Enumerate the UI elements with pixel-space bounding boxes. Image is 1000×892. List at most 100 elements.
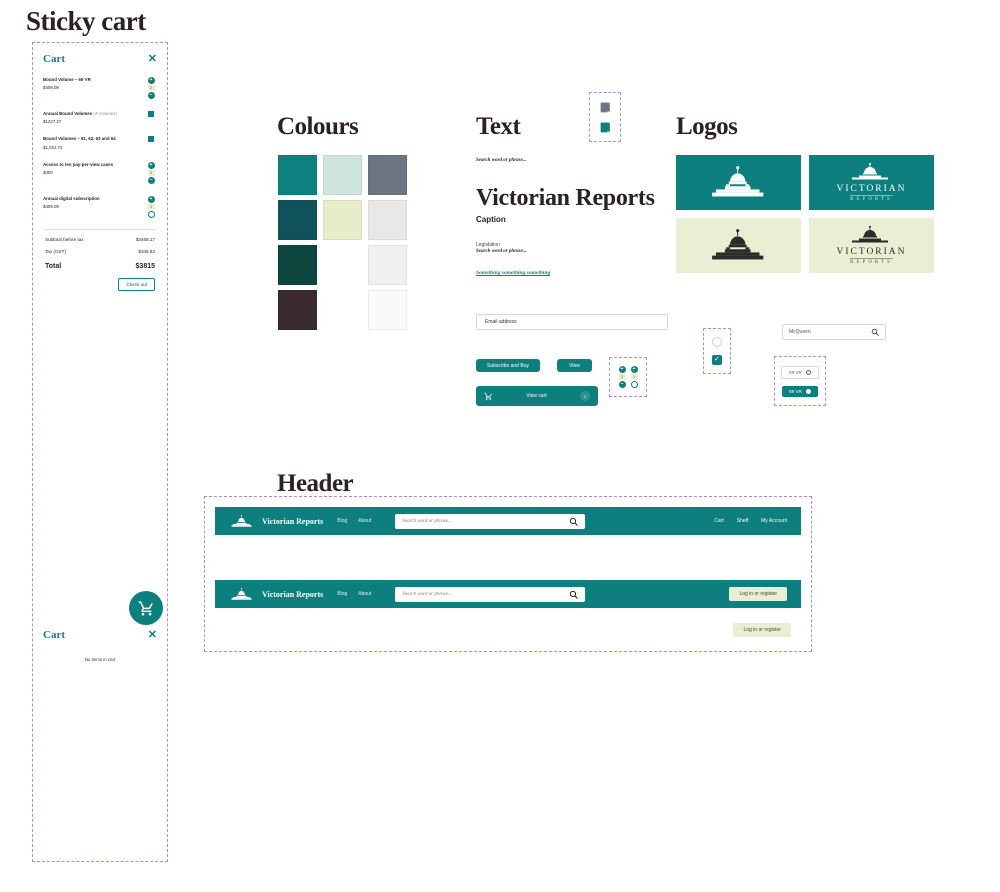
chip-indicator-icon	[805, 369, 811, 375]
nav-link-shelf[interactable]: Shelf	[737, 518, 748, 524]
cart-header: Cart ✕	[43, 53, 157, 65]
checkbox-unchecked[interactable]	[712, 337, 722, 347]
cart-item-info: Annual digital subscription $409.09	[43, 196, 143, 209]
cart-item-name-sub: (4 Volumes)	[93, 111, 117, 116]
quantity-stepper: + 1	[145, 195, 157, 218]
logo-tile-teal-mark	[676, 155, 801, 210]
cart-item-name: Annual digital subscription	[43, 195, 100, 201]
colour-swatch	[368, 290, 407, 330]
view-cart-button[interactable]: View cart 0	[476, 386, 598, 406]
search-icon[interactable]	[569, 590, 579, 599]
search-icon[interactable]	[569, 517, 579, 526]
bookmark-icon-group	[589, 92, 621, 142]
nav-link-blog[interactable]: Blog	[337, 518, 347, 524]
page-title: Sticky cart	[26, 6, 146, 36]
brand[interactable]: Victorian Reports	[229, 514, 323, 528]
colour-swatch	[323, 155, 362, 195]
caption-sample: Caption	[476, 215, 506, 224]
tax-label: Tax (GST)	[45, 248, 66, 254]
close-icon[interactable]: ✕	[148, 629, 157, 641]
search-input[interactable]: Search word or phrase...	[395, 513, 586, 529]
text-samples: Search word or phrase... Victorian Repor…	[476, 150, 676, 276]
nav-link-about[interactable]: About	[358, 591, 371, 597]
brand[interactable]: Victorian Reports	[229, 587, 323, 601]
increase-quantity-button[interactable]: +	[618, 366, 626, 373]
cart-item-name: Bound Volume – 69 VR	[43, 77, 91, 82]
close-icon[interactable]: ✕	[148, 53, 157, 65]
colour-swatch	[278, 245, 317, 285]
decrease-quantity-button[interactable]: –	[618, 381, 626, 388]
search-placeholder: Search word or phrase...	[402, 518, 452, 524]
header-examples-box: Victorian Reports Blog About Search word…	[204, 496, 812, 652]
colour-swatch	[278, 155, 317, 195]
view-button[interactable]: View	[557, 359, 592, 372]
logos-section-title: Logos	[676, 113, 738, 140]
search-icon[interactable]	[871, 328, 879, 336]
login-or-register-button-standalone[interactable]: Log in or register	[733, 623, 791, 637]
header-section-title: Header	[277, 470, 354, 497]
colour-swatch	[368, 245, 407, 285]
subscribe-and-buy-button[interactable]: Subscribe and Buy	[476, 359, 540, 372]
cart-item-name: Access to ten pay-per-view cases	[43, 161, 114, 167]
search-input[interactable]: Search word or phrase...	[395, 586, 586, 602]
remove-item-button[interactable]	[148, 111, 154, 117]
remove-item-control	[145, 111, 157, 117]
cart-item-price: $409.09	[43, 204, 59, 210]
search-input-value: McQueen	[789, 329, 811, 335]
chip-indicator-icon	[805, 388, 811, 394]
cart-title: Cart	[43, 53, 65, 65]
site-header-bar-logged-in: Victorian Reports Blog About Search word…	[215, 507, 801, 535]
stepper-demo-group: + 2 – + 1	[609, 357, 647, 397]
chip-selected[interactable]: 69 VR	[782, 385, 818, 397]
total-row: Total $3815	[43, 263, 157, 270]
search-input[interactable]: McQueen	[782, 324, 886, 340]
nav-link-blog[interactable]: Blog	[337, 591, 347, 597]
email-field[interactable]: Email address	[476, 314, 668, 330]
legislation-search-sample: Search word or phrase...	[476, 249, 527, 254]
colour-swatch-grid	[278, 155, 407, 335]
cart-item-info: Annual Bound Volumes (4 Volumes) $1227.2…	[43, 111, 143, 124]
quantity-value: 1	[147, 203, 155, 210]
bookmark-icon-grey[interactable]	[599, 101, 612, 114]
increase-quantity-button[interactable]: +	[630, 366, 638, 373]
login-or-register-button[interactable]: Log in or register	[729, 587, 787, 601]
chip-unselected[interactable]: 69 VR	[781, 365, 819, 379]
quantity-value: 2	[618, 374, 626, 380]
decrease-quantity-button[interactable]	[147, 210, 155, 218]
swatch-row	[278, 200, 407, 240]
quantity-value: 1	[630, 374, 638, 380]
parliament-dome-icon	[229, 514, 255, 528]
legislation-label: Legislation	[476, 242, 500, 248]
bookmark-icon-teal[interactable]	[599, 121, 612, 134]
link-sample[interactable]: Something something something	[476, 270, 676, 276]
checkout-button[interactable]: Check out	[118, 277, 155, 291]
sticky-cart-panel: Cart ✕ Bound Volume – 69 VR $409.09 + 2 …	[32, 42, 168, 862]
shopping-cart-icon	[138, 600, 155, 617]
increase-quantity-button[interactable]: +	[147, 161, 155, 169]
subtotal-label: Subtotal before tax	[45, 236, 84, 242]
logo-tile-cream-wordmark: VICTORIAN REPORTS	[809, 218, 934, 273]
decrease-quantity-button[interactable]: –	[147, 176, 155, 184]
check-icon[interactable]: ✓	[712, 355, 722, 365]
cart-item-price: $1227.27	[43, 119, 62, 125]
shopping-cart-fab-button[interactable]	[129, 591, 163, 625]
cart-open-state: Cart ✕ Bound Volume – 69 VR $409.09 + 2 …	[33, 43, 167, 319]
tax-value: $346.83	[138, 248, 155, 254]
parliament-dome-icon	[845, 162, 897, 183]
nav-link-about[interactable]: About	[358, 518, 371, 524]
swatch-row	[278, 290, 407, 330]
decrease-quantity-button[interactable]: –	[147, 92, 155, 99]
nav-link-my-account[interactable]: My Account	[761, 518, 787, 524]
cart-empty-state: Cart ✕ No items in cart	[33, 629, 167, 662]
decrease-quantity-button[interactable]	[630, 381, 638, 388]
cart-empty-message: No items in cart	[84, 657, 116, 662]
increase-quantity-button[interactable]: +	[147, 77, 155, 84]
increase-quantity-button[interactable]: +	[147, 195, 155, 203]
colour-swatch-empty	[323, 245, 362, 285]
logo-wordmark-bottom: REPORTS	[850, 195, 893, 203]
parliament-dome-icon	[845, 225, 897, 246]
swatch-row	[278, 245, 407, 285]
nav-link-cart[interactable]: Cart	[714, 518, 723, 524]
remove-item-button[interactable]	[148, 136, 154, 143]
parliament-dome-icon	[707, 165, 771, 200]
